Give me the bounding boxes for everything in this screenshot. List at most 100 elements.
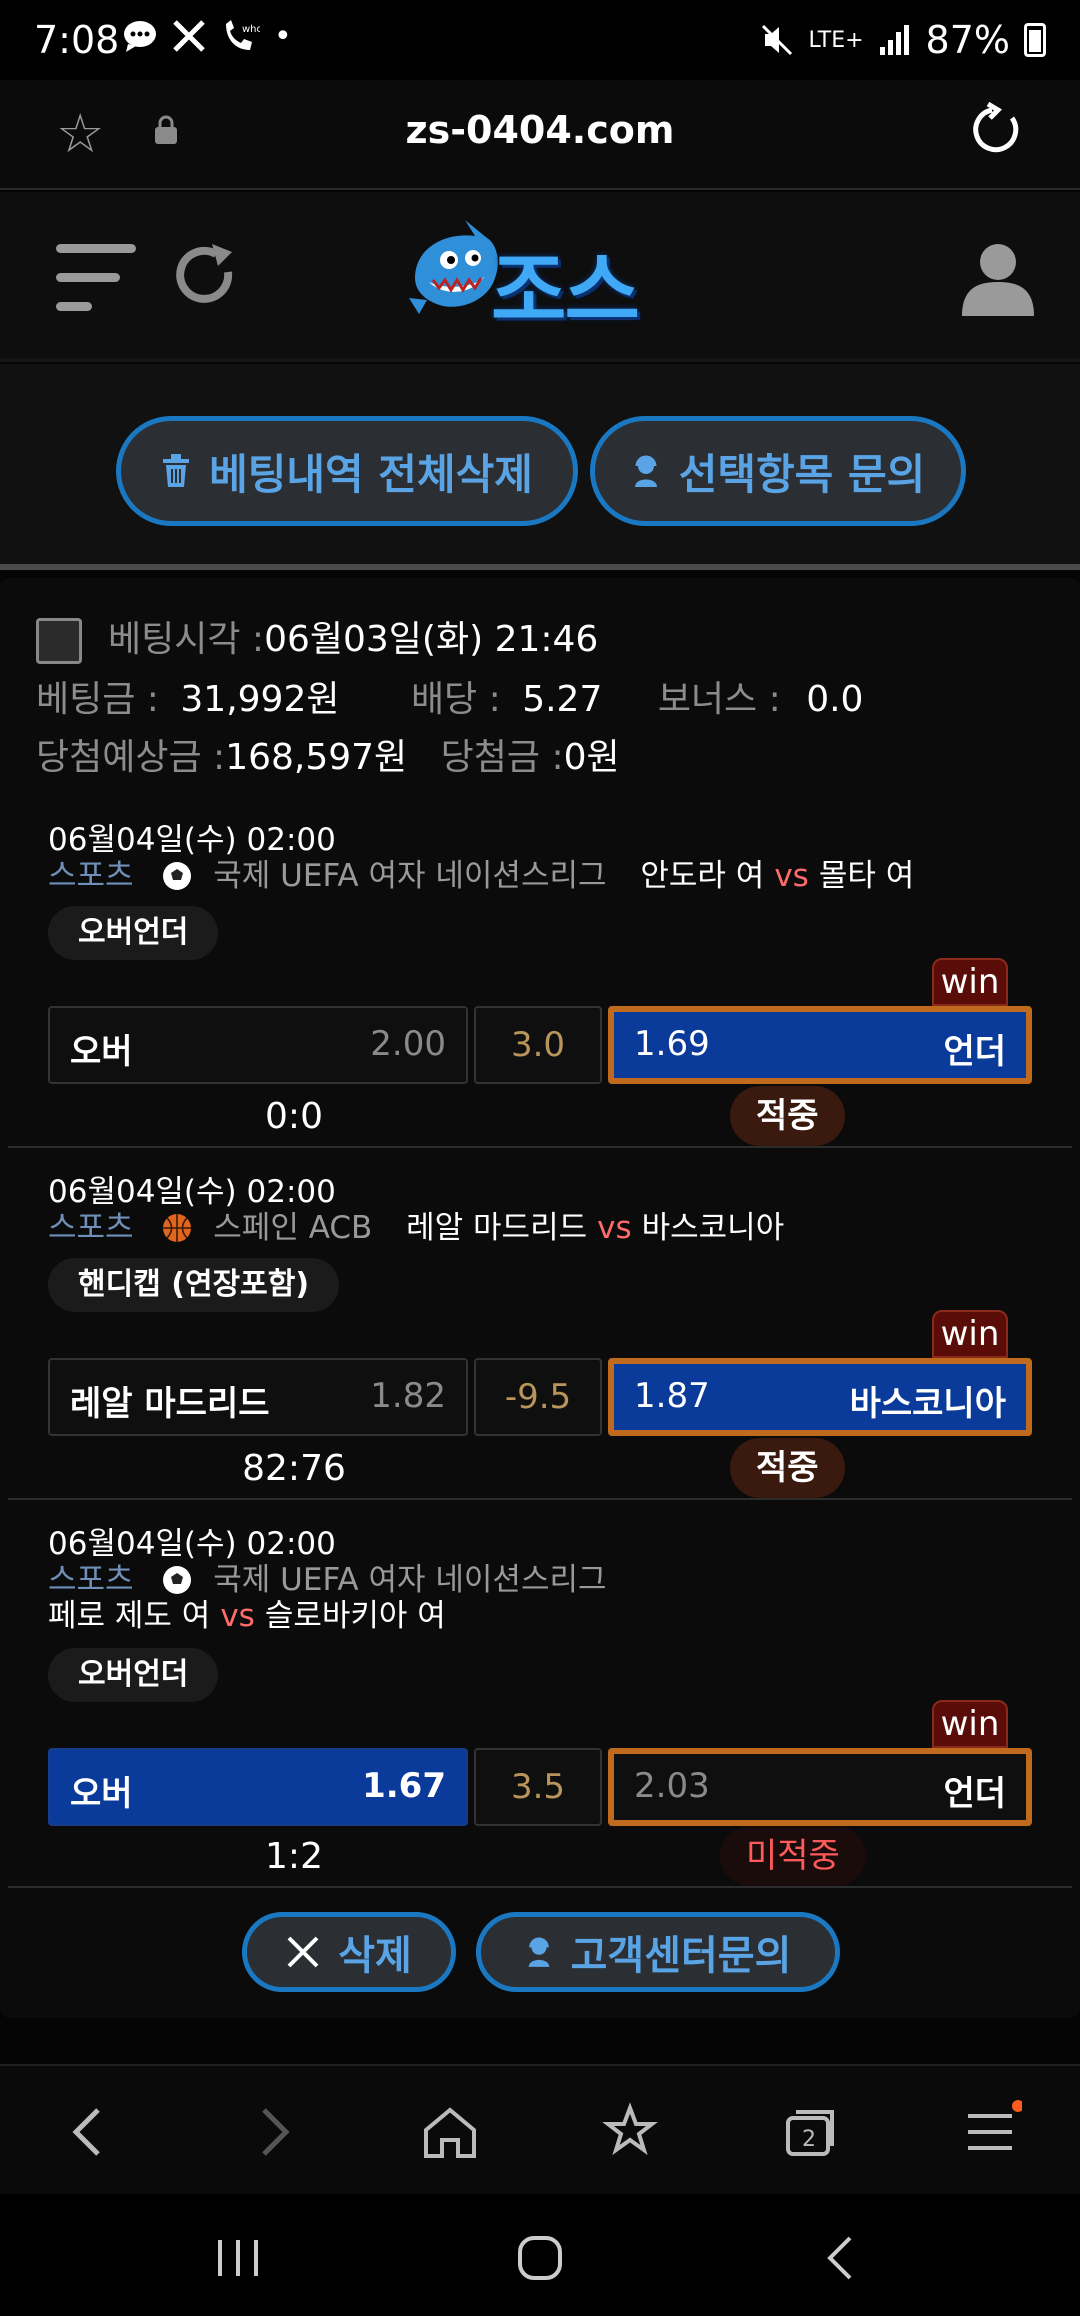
line-value: -9.5: [474, 1358, 602, 1436]
soccer-ball-icon: [163, 862, 192, 890]
match-score: 82:76: [242, 1448, 346, 1489]
option-odds: 1.87: [634, 1376, 710, 1416]
delete-bet-label: 삭제: [338, 1933, 412, 1979]
home-team: 레알 마드리드: [406, 1210, 588, 1246]
option-label: 언더: [943, 1774, 1006, 1814]
odds-option-right[interactable]: 2.03 언더: [608, 1748, 1032, 1826]
inquiry-selected-button[interactable]: 선택항목 문의: [590, 416, 966, 526]
support-agent-icon: [528, 1937, 549, 1967]
url-text[interactable]: zs-0404.com: [0, 108, 1080, 152]
section-divider: [0, 564, 1080, 570]
home-icon[interactable]: [418, 2100, 482, 2164]
match-teams-line: 페로 제도 여 vs 슬로바키아 여: [48, 1590, 446, 1635]
inquiry-selected-label: 선택항목 문의: [678, 449, 926, 499]
option-odds: 1.82: [370, 1376, 446, 1416]
browser-address-bar: ☆ zs-0404.com: [0, 80, 1080, 190]
won-amount-label: 당첨금 :: [440, 737, 564, 778]
match-league-line: 스포츠 국제 UEFA 여자 네이션스리그 안도라 여 vs 몰타 여: [48, 850, 914, 895]
svg-text:2: 2: [802, 2127, 816, 2152]
result-badge: 미적중: [720, 1826, 866, 1886]
support-agent-icon: [634, 455, 657, 487]
odds-option-left-selected[interactable]: 오버 1.67: [48, 1748, 468, 1826]
battery-percent: 87%: [925, 18, 1010, 62]
svg-text:who: who: [242, 24, 260, 35]
basketball-icon: [163, 1214, 192, 1242]
category-label: 스포츠: [48, 1210, 134, 1246]
delete-all-bets-button[interactable]: 베팅내역 전체삭제: [116, 416, 578, 526]
forward-arrow-icon[interactable]: [240, 2100, 304, 2164]
line-value: 3.5: [474, 1748, 602, 1826]
signal-icon: [879, 25, 909, 55]
back-arrow-icon[interactable]: [58, 2100, 122, 2164]
site-logo[interactable]: 조스: [405, 218, 675, 339]
option-odds: 2.00: [370, 1024, 446, 1064]
expected-win-label: 당첨예상금 :: [36, 737, 226, 778]
bet-match-row: 06월04일(수) 02:00 스포츠 국제 UEFA 여자 네이션스리그 페로…: [8, 1500, 1072, 1888]
tabs-icon[interactable]: 2: [778, 2100, 842, 2164]
option-odds: 1.67: [362, 1766, 446, 1806]
result-badge: 적중: [730, 1438, 845, 1498]
notification-icons: who •: [122, 18, 292, 54]
browser-bottom-nav: 2: [0, 2064, 1080, 2194]
league-name: 스페인 ACB: [213, 1210, 373, 1246]
home-team: 안도라 여: [640, 858, 765, 894]
away-team: 몰타 여: [818, 858, 915, 894]
odds-option-right-selected[interactable]: 1.87 바스코니아: [608, 1358, 1032, 1436]
menu-icon[interactable]: [958, 2100, 1022, 2164]
chat-bubble-icon: [124, 21, 156, 52]
more-notifications-dot: •: [274, 18, 292, 54]
customer-center-inquiry-button[interactable]: 고객센터문의: [476, 1912, 840, 1992]
result-badge: 적중: [730, 1086, 845, 1146]
mute-icon: [761, 24, 792, 56]
option-label: 언더: [943, 1032, 1006, 1072]
line-value: 3.0: [474, 1006, 602, 1084]
bet-slip-card: 베팅시각 :06월03일(화) 21:46 베팅금 : 31,992원 배당 :…: [0, 578, 1080, 2018]
vs-label: vs: [220, 1598, 255, 1634]
refresh-icon[interactable]: [172, 242, 240, 310]
menu-icon[interactable]: [56, 244, 136, 314]
odds-option-right-selected[interactable]: 1.69 언더: [608, 1006, 1032, 1084]
delete-all-bets-label: 베팅내역 전체삭제: [209, 449, 533, 499]
action-row: 베팅내역 전체삭제 선택항목 문의: [0, 364, 1080, 564]
league-name: 국제 UEFA 여자 네이션스리그: [213, 858, 607, 894]
match-score: 1:2: [265, 1836, 323, 1877]
vs-label: vs: [597, 1210, 632, 1246]
delete-bet-button[interactable]: 삭제: [242, 1912, 456, 1992]
home-team: 페로 제도 여: [48, 1598, 211, 1634]
category-label: 스포츠: [48, 858, 134, 894]
bet-time-label: 베팅시각 :: [108, 619, 265, 660]
odds-option-left[interactable]: 레알 마드리드 1.82: [48, 1358, 468, 1436]
bookmarks-icon[interactable]: [598, 2100, 662, 2164]
odds-option-left[interactable]: 오버 2.00: [48, 1006, 468, 1084]
logo-text: 조스: [491, 244, 640, 339]
battery-icon: [1024, 23, 1046, 57]
win-tag: win: [932, 1310, 1008, 1358]
status-time: 7:08: [34, 18, 120, 62]
odds-value: 5.27: [522, 679, 603, 720]
odds-label: 배당 :: [410, 679, 501, 720]
reload-icon[interactable]: [968, 102, 1024, 158]
status-bar: 7:08 who • LTE+ 87%: [0, 0, 1080, 80]
win-tag: win: [932, 1700, 1008, 1748]
back-button-icon[interactable]: [814, 2230, 870, 2286]
bet-select-checkbox[interactable]: [36, 618, 82, 664]
bet-time-value: 06월03일(화) 21:46: [264, 619, 599, 660]
option-label: 바스코니아: [849, 1384, 1006, 1424]
option-label: 오버: [70, 1774, 133, 1814]
option-label: 레알 마드리드: [70, 1384, 270, 1424]
market-type-badge: 오버언더: [48, 1648, 219, 1702]
bet-match-row: 06월04일(수) 02:00 스포츠 스페인 ACB 레알 마드리드 vs 바스코…: [8, 1148, 1072, 1500]
market-type-badge: 핸디캡 (연장포함): [48, 1258, 340, 1312]
recent-apps-icon[interactable]: [210, 2230, 266, 2286]
match-league-line: 스포츠 스페인 ACB 레알 마드리드 vs 바스코니아: [48, 1202, 784, 1247]
bet-amount-label: 베팅금 :: [36, 679, 159, 720]
user-account-icon[interactable]: [958, 238, 1038, 318]
trash-icon: [163, 454, 190, 487]
win-tag: win: [932, 958, 1008, 1006]
away-team: 바스코니아: [641, 1210, 785, 1246]
vs-label: vs: [774, 858, 809, 894]
bonus-label: 보너스 :: [657, 679, 781, 720]
home-button-icon[interactable]: [512, 2230, 568, 2286]
option-odds: 1.69: [634, 1024, 710, 1064]
close-icon: [287, 1936, 319, 1968]
